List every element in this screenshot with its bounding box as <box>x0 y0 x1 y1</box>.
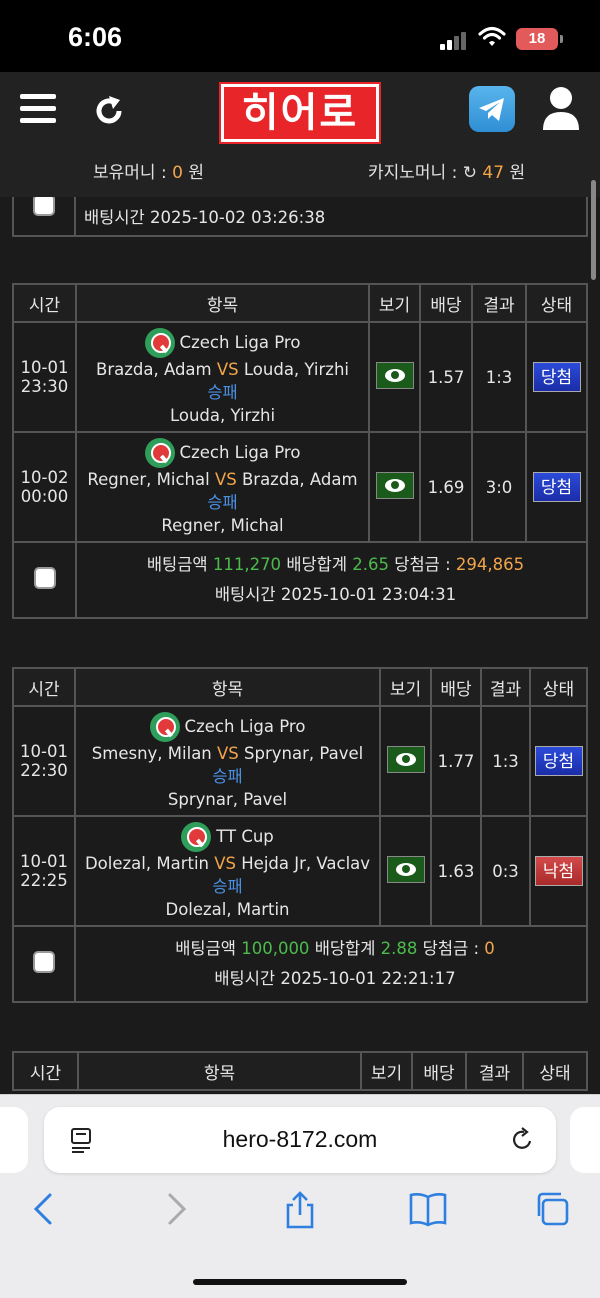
home-indicator <box>193 1279 407 1285</box>
match-info: Czech Liga Pro Smesny, Milan VS Sprynar,… <box>74 705 381 817</box>
bet-slip: 시간 항목 보기 배당 결과 상태 10-01 23:30 Czech Liga … <box>12 283 588 619</box>
col-time: 시간 <box>12 667 76 707</box>
match-score: 1:3 <box>480 705 531 817</box>
table-row: 10-01 22:30 Czech Liga Pro Smesny, Milan … <box>12 705 588 817</box>
slip-checkbox[interactable] <box>33 567 56 589</box>
col-view: 보기 <box>379 667 432 707</box>
wifi-icon <box>478 26 506 46</box>
match-time: 10-02 00:00 <box>12 431 77 543</box>
winnings: 0 <box>484 939 495 958</box>
match-time: 10-01 22:25 <box>12 815 76 927</box>
bet-slip-partial: 배팅시간 2025-10-02 03:26:38 <box>12 197 588 237</box>
col-status: 상태 <box>529 667 588 707</box>
match-odds: 1.57 <box>419 321 473 433</box>
bet-history-list[interactable]: 배팅시간 2025-10-02 03:26:38 시간 항목 보기 배당 결과 … <box>0 197 600 1094</box>
bet-time: 2025-10-01 22:21:17 <box>280 969 456 988</box>
casino-refresh-icon[interactable]: ↻ <box>463 163 477 183</box>
back-icon[interactable] <box>30 1191 58 1227</box>
table-tennis-icon <box>149 711 180 742</box>
col-result: 결과 <box>465 1051 524 1091</box>
match-score: 0:3 <box>480 815 531 927</box>
match-info: Czech Liga Pro Regner, Michal VS Brazda,… <box>75 431 370 543</box>
col-time: 시간 <box>12 1051 79 1091</box>
table-row: 10-01 23:30 Czech Liga Pro Brazda, Adam V… <box>12 321 588 433</box>
battery-icon: 18 <box>516 28 563 50</box>
col-item: 항목 <box>75 283 370 323</box>
slip-summary: 배팅금액 111,270 배당합계 2.65 당첨금 : 294,865 배팅시… <box>12 541 588 619</box>
status-badge: 당첨 <box>532 362 581 392</box>
previous-tab[interactable] <box>0 1107 28 1173</box>
status-time: 6:06 <box>68 22 123 52</box>
bet-slip-partial: 시간 항목 보기 배당 결과 상태 <box>12 1051 588 1091</box>
col-result: 결과 <box>480 667 531 707</box>
refresh-icon[interactable] <box>92 94 126 128</box>
col-odds: 배당 <box>430 667 482 707</box>
page-scrollbar[interactable] <box>591 180 596 280</box>
winnings: 294,865 <box>455 555 525 574</box>
status-bar: 6:06 18 <box>0 0 600 72</box>
table-row: 10-01 22:25 TT Cup Dolezal, Martin VS Hej… <box>12 815 588 927</box>
tabs-icon[interactable] <box>534 1191 570 1227</box>
status-badge: 당첨 <box>534 746 583 776</box>
table-row: 10-02 00:00 Czech Liga Pro Regner, Michal… <box>12 431 588 543</box>
view-eye-icon[interactable] <box>386 745 425 773</box>
match-info: Czech Liga Pro Brazda, Adam VS Louda, Yi… <box>75 321 370 433</box>
odds-total: 2.88 <box>380 939 418 958</box>
menu-icon[interactable] <box>20 94 56 124</box>
next-tab[interactable] <box>570 1107 600 1173</box>
table-tennis-icon <box>144 437 175 468</box>
match-odds: 1.63 <box>430 815 482 927</box>
col-status: 상태 <box>525 283 588 323</box>
odds-total: 2.65 <box>352 555 390 574</box>
bet-amount: 111,270 <box>212 555 282 574</box>
view-eye-icon[interactable] <box>386 855 425 883</box>
view-eye-icon[interactable] <box>375 471 414 499</box>
bet-slip: 시간 항목 보기 배당 결과 상태 10-01 22:30 Czech Liga … <box>12 667 588 1003</box>
col-item: 항목 <box>77 1051 362 1091</box>
money-balance: 보유머니 : 0 원 <box>93 163 204 183</box>
match-time: 10-01 23:30 <box>12 321 77 433</box>
browser-toolbar: hero-8172.com <box>0 1094 600 1298</box>
bookmarks-icon[interactable] <box>408 1191 448 1227</box>
match-odds: 1.69 <box>419 431 473 543</box>
col-time: 시간 <box>12 283 77 323</box>
match-score: 1:3 <box>471 321 527 433</box>
table-tennis-icon <box>144 327 175 358</box>
table-tennis-icon <box>181 821 212 852</box>
col-view: 보기 <box>368 283 421 323</box>
col-status: 상태 <box>522 1051 588 1091</box>
casino-balance: 카지노머니 : ↻ 47 원 <box>368 163 526 183</box>
status-badge: 당첨 <box>532 472 581 502</box>
address-bar[interactable]: hero-8172.com <box>44 1107 556 1173</box>
slip-checkbox[interactable] <box>33 197 55 216</box>
col-view: 보기 <box>360 1051 413 1091</box>
col-odds: 배당 <box>419 283 473 323</box>
site-logo[interactable]: 히어로 <box>219 82 381 144</box>
user-icon[interactable] <box>542 86 580 130</box>
match-score: 3:0 <box>471 431 527 543</box>
view-eye-icon[interactable] <box>375 361 414 389</box>
share-icon[interactable] <box>284 1191 316 1229</box>
col-odds: 배당 <box>411 1051 467 1091</box>
forward-icon[interactable] <box>162 1191 190 1227</box>
slip-checkbox[interactable] <box>33 951 55 973</box>
site-header: 히어로 보유머니 : 0 원 카지노머니 : ↻ 47 원 <box>0 72 600 197</box>
reload-icon[interactable] <box>510 1127 534 1153</box>
col-result: 결과 <box>471 283 527 323</box>
url-text: hero-8172.com <box>222 1126 378 1152</box>
slip-summary: 배팅금액 100,000 배당합계 2.88 당첨금 : 0 배팅시간 2025… <box>12 925 588 1003</box>
match-info: TT Cup Dolezal, Martin VS Hejda Jr, Vacl… <box>74 815 381 927</box>
col-item: 항목 <box>74 667 381 707</box>
match-time: 10-01 22:30 <box>12 705 76 817</box>
bet-time: 2025-10-01 23:04:31 <box>280 585 457 604</box>
bet-amount: 100,000 <box>241 939 310 958</box>
match-odds: 1.77 <box>430 705 482 817</box>
telegram-icon[interactable] <box>469 86 515 132</box>
cellular-signal-icon <box>440 30 468 50</box>
status-badge: 낙첨 <box>534 856 583 886</box>
